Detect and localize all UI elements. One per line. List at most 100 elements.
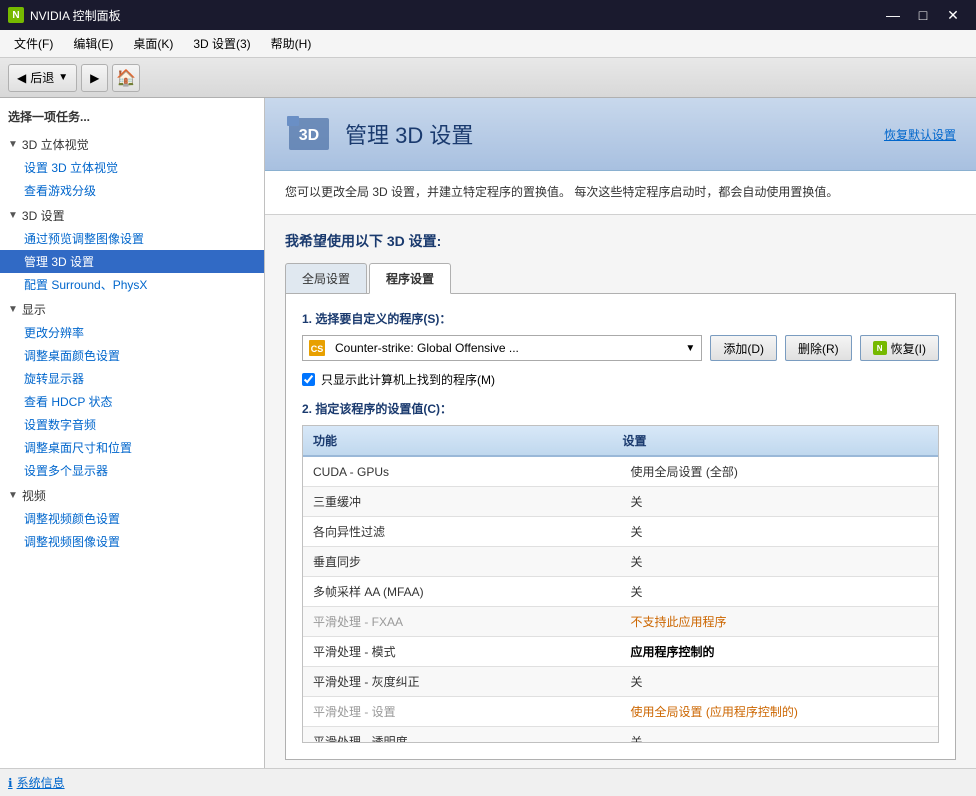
table-cell-setting: 关 bbox=[621, 547, 939, 576]
menu-help[interactable]: 帮助(H) bbox=[263, 32, 320, 55]
tab-program[interactable]: 程序设置 bbox=[369, 263, 451, 294]
sidebar-group-video-label: 视频 bbox=[22, 487, 46, 504]
program-settings-panel: 1. 选择要自定义的程序(S)： CS Counter-strike: Glob… bbox=[285, 294, 956, 760]
triangle-icon-3d: ▼ bbox=[8, 210, 18, 221]
table-cell-feature: 三重缓冲 bbox=[303, 487, 621, 516]
program-name: Counter-strike: Global Offensive ... bbox=[331, 341, 679, 355]
restore-program-button[interactable]: N 恢复(I) bbox=[860, 335, 939, 361]
menu-file[interactable]: 文件(F) bbox=[6, 32, 61, 55]
svg-text:CS: CS bbox=[311, 344, 324, 354]
table-cell-setting: 关 bbox=[621, 487, 939, 516]
restore-default-link[interactable]: 恢复默认设置 bbox=[884, 126, 956, 143]
sidebar-item-video-image[interactable]: 调整视频图像设置 bbox=[0, 530, 264, 553]
close-button[interactable]: ✕ bbox=[938, 0, 968, 30]
program-dropdown[interactable]: CS Counter-strike: Global Offensive ... … bbox=[302, 335, 702, 361]
sidebar-item-display-multi[interactable]: 设置多个显示器 bbox=[0, 459, 264, 482]
sidebar-item-display-resolution[interactable]: 更改分辨率 bbox=[0, 321, 264, 344]
content-header-left: 3D 管理 3D 设置 bbox=[285, 110, 473, 158]
sidebar-item-3d-preview[interactable]: 通过预览调整图像设置 bbox=[0, 227, 264, 250]
table-row[interactable]: 各向异性过滤 关 bbox=[303, 517, 938, 547]
back-arrow-icon: ◀ bbox=[17, 71, 26, 85]
table-cell-setting: 关 bbox=[621, 667, 939, 696]
table-row[interactable]: CUDA - GPUs 使用全局设置 (全部) bbox=[303, 457, 938, 487]
main-layout: 选择一项任务... ▼ 3D 立体视觉 设置 3D 立体视觉 查看游戏分级 ▼ … bbox=[0, 98, 976, 768]
table-cell-feature: 平滑处理 - 透明度 bbox=[303, 727, 621, 742]
sidebar-item-stereo-games[interactable]: 查看游戏分级 bbox=[0, 179, 264, 202]
table-cell-feature: 平滑处理 - 模式 bbox=[303, 637, 621, 666]
sidebar-group-video[interactable]: ▼ 视频 bbox=[0, 484, 264, 507]
table-row[interactable]: 平滑处理 - 设置 使用全局设置 (应用程序控制的) bbox=[303, 697, 938, 727]
forward-button[interactable]: ▶ bbox=[81, 64, 108, 92]
back-dropdown-icon[interactable]: ▼ bbox=[58, 72, 68, 83]
checkbox-row: 只显示此计算机上找到的程序(M) bbox=[302, 371, 939, 388]
content-description: 您可以更改全局 3D 设置，并建立特定程序的置换值。 每次这些特定程序启动时，都… bbox=[265, 171, 976, 215]
3d-settings-icon: 3D bbox=[285, 110, 333, 158]
title-bar-controls: — □ ✕ bbox=[878, 0, 968, 30]
sidebar-item-display-audio[interactable]: 设置数字音频 bbox=[0, 413, 264, 436]
step2-label: 2. 指定该程序的设置值(C)： bbox=[302, 400, 939, 417]
back-button[interactable]: ◀ 后退 ▼ bbox=[8, 64, 77, 92]
table-row[interactable]: 三重缓冲 关 bbox=[303, 487, 938, 517]
restore-button-label: 恢复(I) bbox=[891, 340, 926, 357]
sidebar: 选择一项任务... ▼ 3D 立体视觉 设置 3D 立体视觉 查看游戏分级 ▼ … bbox=[0, 98, 265, 768]
system-info-link[interactable]: ℹ 系统信息 bbox=[8, 774, 65, 791]
table-cell-feature: CUDA - GPUs bbox=[303, 459, 621, 485]
sidebar-item-stereo-setup[interactable]: 设置 3D 立体视觉 bbox=[0, 156, 264, 179]
sidebar-section-3d: ▼ 3D 设置 通过预览调整图像设置 管理 3D 设置 配置 Surround、… bbox=[0, 204, 264, 296]
table-cell-feature: 多帧采样 AA (MFAA) bbox=[303, 577, 621, 606]
sidebar-item-3d-surround[interactable]: 配置 Surround、PhysX bbox=[0, 273, 264, 296]
table-cell-setting: 使用全局设置 (应用程序控制的) bbox=[621, 697, 939, 726]
sidebar-item-display-hdcp[interactable]: 查看 HDCP 状态 bbox=[0, 390, 264, 413]
menu-desktop[interactable]: 桌面(K) bbox=[125, 32, 181, 55]
table-cell-feature: 各向异性过滤 bbox=[303, 517, 621, 546]
sidebar-item-display-color[interactable]: 调整桌面颜色设置 bbox=[0, 344, 264, 367]
nvidia-restore-icon: N bbox=[873, 341, 887, 355]
program-row: CS Counter-strike: Global Offensive ... … bbox=[302, 335, 939, 361]
home-button[interactable]: 🏠 bbox=[112, 64, 140, 92]
sidebar-group-3d-label: 3D 设置 bbox=[22, 207, 65, 224]
menu-edit[interactable]: 编辑(E) bbox=[65, 32, 121, 55]
sidebar-group-display-label: 显示 bbox=[22, 301, 46, 318]
sidebar-group-3d[interactable]: ▼ 3D 设置 bbox=[0, 204, 264, 227]
table-cell-feature: 平滑处理 - FXAA bbox=[303, 607, 621, 636]
window-title: NVIDIA 控制面板 bbox=[30, 7, 121, 24]
tab-global[interactable]: 全局设置 bbox=[285, 263, 367, 293]
sidebar-header: 选择一项任务... bbox=[0, 102, 264, 131]
minimize-button[interactable]: — bbox=[878, 0, 908, 30]
table-row[interactable]: 多帧采样 AA (MFAA) 关 bbox=[303, 577, 938, 607]
forward-arrow-icon: ▶ bbox=[90, 71, 99, 85]
settings-table-wrapper: 功能 设置 CUDA - GPUs 使用全局设置 (全部) 三重缓冲 关 各向异… bbox=[302, 425, 939, 743]
maximize-button[interactable]: □ bbox=[908, 0, 938, 30]
sidebar-section-display: ▼ 显示 更改分辨率 调整桌面颜色设置 旋转显示器 查看 HDCP 状态 设置数… bbox=[0, 298, 264, 482]
program-icon: CS bbox=[309, 340, 325, 356]
sidebar-group-display[interactable]: ▼ 显示 bbox=[0, 298, 264, 321]
sidebar-item-display-size[interactable]: 调整桌面尺寸和位置 bbox=[0, 436, 264, 459]
sidebar-item-video-color[interactable]: 调整视频颜色设置 bbox=[0, 507, 264, 530]
table-row[interactable]: 平滑处理 - 模式 应用程序控制的 bbox=[303, 637, 938, 667]
settings-table-body: CUDA - GPUs 使用全局设置 (全部) 三重缓冲 关 各向异性过滤 关 … bbox=[303, 457, 938, 742]
table-cell-feature: 平滑处理 - 灰度纠正 bbox=[303, 667, 621, 696]
sidebar-item-display-rotate[interactable]: 旋转显示器 bbox=[0, 367, 264, 390]
table-row[interactable]: 平滑处理 - FXAA 不支持此应用程序 bbox=[303, 607, 938, 637]
sidebar-section-stereo: ▼ 3D 立体视觉 设置 3D 立体视觉 查看游戏分级 bbox=[0, 133, 264, 202]
remove-program-button[interactable]: 删除(R) bbox=[785, 335, 852, 361]
checkbox-label[interactable]: 只显示此计算机上找到的程序(M) bbox=[321, 371, 495, 388]
content-title: 管理 3D 设置 bbox=[345, 118, 473, 150]
bottom-bar: ℹ 系统信息 bbox=[0, 768, 976, 796]
add-program-button[interactable]: 添加(D) bbox=[710, 335, 777, 361]
show-installed-checkbox[interactable] bbox=[302, 373, 315, 386]
system-info-label: 系统信息 bbox=[17, 774, 65, 791]
triangle-icon-video: ▼ bbox=[8, 490, 18, 501]
table-row[interactable]: 平滑处理 - 灰度纠正 关 bbox=[303, 667, 938, 697]
menu-bar: 文件(F) 编辑(E) 桌面(K) 3D 设置(3) 帮助(H) bbox=[0, 30, 976, 58]
table-row[interactable]: 平滑处理 - 透明度 关 bbox=[303, 727, 938, 742]
table-row[interactable]: 垂直同步 关 bbox=[303, 547, 938, 577]
section-question: 我希望使用以下 3D 设置: bbox=[285, 231, 956, 251]
col-header-feature: 功能 bbox=[303, 426, 613, 455]
sidebar-item-3d-manage[interactable]: 管理 3D 设置 bbox=[0, 250, 264, 273]
menu-3d-settings[interactable]: 3D 设置(3) bbox=[185, 32, 258, 55]
table-cell-feature: 平滑处理 - 设置 bbox=[303, 697, 621, 726]
sidebar-group-stereo[interactable]: ▼ 3D 立体视觉 bbox=[0, 133, 264, 156]
content-header: 3D 管理 3D 设置 恢复默认设置 bbox=[265, 98, 976, 171]
step1-label: 1. 选择要自定义的程序(S)： bbox=[302, 310, 939, 327]
